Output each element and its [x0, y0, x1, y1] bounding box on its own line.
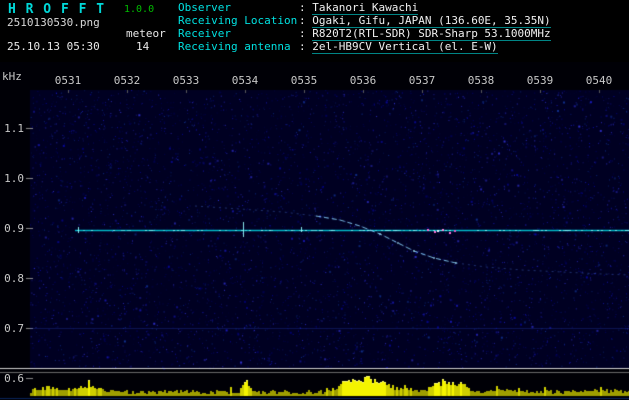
header-info-row: Receiver: R820T2(RTL-SDR) SDR-Sharp 53.1…: [178, 27, 551, 41]
info-label: Observer: [178, 1, 231, 14]
info-value: Takanori Kawachi: [312, 1, 419, 15]
info-value: Ogaki, Gifu, JAPAN (136.60E, 35.35N): [312, 14, 551, 28]
app-title: H R O F F T: [8, 2, 106, 17]
y-tick-label: 1.0: [4, 172, 24, 185]
header: H R O F F T 1.0.0 2510130530.png meteor …: [0, 0, 629, 62]
info-value: 2el-HB9CV Vertical (el. E-W): [312, 40, 498, 54]
app-version: 1.0.0: [124, 4, 155, 15]
info-colon: :: [299, 1, 313, 14]
y-tick-label: 0.6: [4, 372, 24, 385]
x-tick-label: 0534: [231, 74, 259, 87]
info-colon: :: [299, 27, 313, 40]
x-tick-label: 0531: [54, 74, 82, 87]
y-tick-label: 1.1: [4, 122, 24, 135]
header-info-row: Receiving Location: Ogaki, Gifu, JAPAN (…: [178, 14, 551, 28]
header-info-row: Receiving antenna: 2el-HB9CV Vertical (e…: [178, 40, 551, 54]
x-tick-label: 0539: [526, 74, 554, 87]
mode-label: meteor: [126, 27, 166, 40]
header-info-row: Observer: Takanori Kawachi: [178, 1, 551, 15]
spectrogram-panel: kHz 0531 0532 0533 0534 0535 0536 0537 0538 0539…: [0, 62, 629, 400]
info-value: R820T2(RTL-SDR) SDR-Sharp 53.1000MHz: [312, 27, 551, 41]
y-tick-label: 0.8: [4, 272, 24, 285]
output-filename: 2510130530.png: [7, 16, 100, 29]
y-tick-label: 0.9: [4, 222, 24, 235]
info-label: Receiver: [178, 27, 231, 40]
hrofft-screen: H R O F F T 1.0.0 2510130530.png meteor …: [0, 0, 629, 400]
x-tick-label: 0538: [467, 74, 495, 87]
spectrogram-canvas: [0, 62, 629, 400]
x-tick-label: 0535: [290, 74, 318, 87]
x-tick-label: 0537: [408, 74, 436, 87]
x-tick-label: 0540: [585, 74, 613, 87]
header-info: Observer: Takanori Kawachi Receiving Loca…: [178, 1, 551, 54]
x-tick-label: 0532: [113, 74, 141, 87]
datetime-label: 25.10.13 05:30: [7, 40, 100, 53]
x-tick-label: 0533: [172, 74, 200, 87]
info-colon: :: [299, 14, 313, 27]
x-tick-label: 0536: [349, 74, 377, 87]
info-colon: :: [299, 40, 313, 53]
y-tick-label: 0.7: [4, 322, 24, 335]
y-axis-unit: kHz: [2, 70, 22, 83]
info-label: Receiving Location: [178, 14, 298, 27]
echo-count: 14: [136, 40, 150, 53]
info-label: Receiving antenna: [178, 40, 291, 53]
